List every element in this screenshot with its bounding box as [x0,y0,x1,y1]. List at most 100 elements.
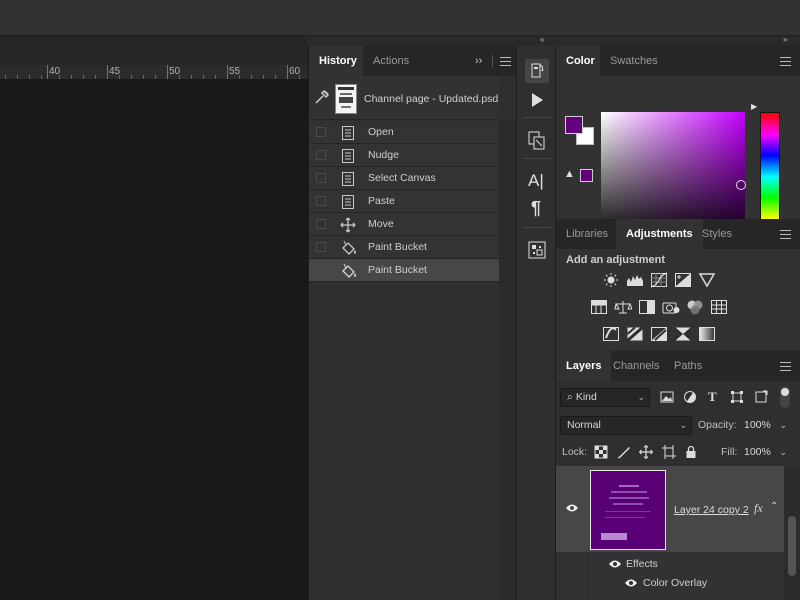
history-brush-source-box[interactable] [316,127,326,137]
panel-menu-icon[interactable] [780,362,791,371]
paragraph-icon[interactable]: ¶ [525,197,549,221]
paint-bucket-icon [340,240,356,256]
effects-visibility-eye-icon[interactable] [608,559,622,569]
history-brush-source-box[interactable] [316,150,326,160]
panel-icon-strip: A| ¶ [516,46,556,600]
filter-type-layer-icon[interactable]: T [708,389,717,405]
invert-icon[interactable] [602,326,620,342]
panel-menu-icon[interactable] [780,230,791,239]
tab-swatches[interactable]: Swatches [600,46,668,76]
layer-row[interactable]: Layer 24 copy 2 fx ⌃ [556,466,784,552]
filter-pixel-layer-icon[interactable] [660,390,674,404]
history-state[interactable]: Paint Bucket [309,236,499,259]
history-state-label: Paint Bucket [368,241,427,253]
document-tab-area [0,36,308,65]
foreground-color-swatch[interactable] [565,116,583,134]
panel-menu-icon[interactable] [780,57,791,66]
tab-adjustments[interactable]: Adjustments [616,219,703,249]
vibrance-icon[interactable] [698,272,716,288]
history-brush-icon[interactable] [525,59,549,83]
collapse-effects-icon[interactable]: ⌃ [770,501,778,512]
layer-comps-icon[interactable] [525,128,549,152]
play-icon[interactable] [525,88,549,112]
effects-label: Effects [626,558,658,570]
hue-slider-arrow[interactable]: ▶ [751,102,757,111]
color-lookup-icon[interactable] [710,299,728,315]
snapshot-thumbnail [335,84,357,114]
history-brush-source-icon[interactable] [314,89,330,105]
tab-channels[interactable]: Channels [603,351,669,381]
posterize-icon[interactable] [626,326,644,342]
history-scrollbar[interactable] [499,120,517,600]
history-brush-source-box[interactable] [316,196,326,206]
curves-icon[interactable] [650,272,668,288]
tab-color[interactable]: Color [556,46,600,76]
navigator-icon[interactable] [525,238,549,262]
layers-scrollbar-thumb[interactable] [788,516,796,576]
character-icon[interactable]: A| [525,169,549,193]
filter-adjustment-layer-icon[interactable] [683,390,697,404]
selective-color-icon[interactable] [674,326,692,342]
tab-paths[interactable]: Paths [664,351,712,381]
gradient-map-icon[interactable] [698,326,716,342]
layer-filter-kind-dropdown[interactable]: ⌕ Kind ⌄ [560,388,650,407]
color-overlay-visibility-eye-icon[interactable] [624,578,638,588]
lock-artboard-icon[interactable] [662,445,676,459]
lock-position-icon[interactable] [639,445,653,459]
history-state-selected[interactable]: Paint Bucket [309,259,499,282]
history-brush-source-box[interactable] [316,173,326,183]
photo-filter-icon[interactable] [662,299,680,315]
history-brush-source-box[interactable] [316,242,326,252]
opacity-field[interactable]: 100% ⌄ [737,416,792,435]
tab-actions[interactable]: Actions [363,46,419,76]
black-white-icon[interactable] [638,299,656,315]
color-picker-cursor[interactable] [736,180,746,190]
lock-transparent-pixels-icon[interactable] [594,445,608,459]
levels-icon[interactable] [626,272,644,288]
history-snapshot[interactable]: Channel page - Updated.psd [309,76,499,120]
hue-saturation-icon[interactable] [590,299,608,315]
layers-scrollbar[interactable] [784,466,800,600]
history-state-label: Paste [368,195,395,207]
color-overlay-effect[interactable]: Color Overlay [643,577,707,589]
brightness-contrast-icon[interactable] [602,272,620,288]
exposure-icon[interactable] [674,272,692,288]
color-panel: ▲ ▶ [556,76,800,242]
history-state[interactable]: Move [309,213,499,236]
panel-menu-icon[interactable] [500,57,511,66]
filter-smart-object-icon[interactable] [754,390,768,404]
fill-field[interactable]: 100% ⌄ [737,443,792,462]
document-icon [340,194,356,210]
blend-mode-dropdown[interactable]: Normal ⌄ [560,416,692,435]
history-state[interactable]: Nudge [309,144,499,167]
tab-history[interactable]: History [309,46,363,76]
gamut-warning-icon[interactable]: ▲ [564,168,575,180]
layer-effects-fx-icon[interactable]: fx [754,501,763,516]
history-brush-source-box[interactable] [316,265,326,275]
history-brush-source-box[interactable] [316,219,326,229]
document-canvas[interactable] [0,80,308,600]
expand-panel-icon[interactable]: ›› [475,55,482,67]
lock-all-icon[interactable] [684,445,698,459]
history-state[interactable]: Select Canvas [309,167,499,190]
layer-thumbnail[interactable] [590,470,666,550]
collapse-panels-button[interactable]: « [540,35,545,44]
filter-shape-layer-icon[interactable] [730,390,744,404]
color-balance-icon[interactable] [614,299,633,315]
history-state[interactable]: Paste [309,190,499,213]
channel-mixer-icon[interactable] [686,299,704,315]
lock-image-pixels-icon[interactable] [617,445,631,459]
tab-libraries[interactable]: Libraries [556,219,618,249]
document-icon [340,125,356,141]
visibility-eye-icon[interactable] [565,503,579,513]
fill-value: 100% [744,446,771,458]
history-state[interactable]: Open [309,121,499,144]
filter-toggle-switch[interactable] [780,386,790,408]
layer-name[interactable]: Layer 24 copy 2 [674,504,749,516]
expand-panels-button[interactable]: » [783,35,788,44]
threshold-icon[interactable] [650,326,668,342]
history-state-label: Move [368,218,394,230]
fill-label: Fill: [721,446,738,458]
gamut-color-swatch[interactable] [580,169,593,182]
tab-styles[interactable]: Styles [692,219,742,249]
